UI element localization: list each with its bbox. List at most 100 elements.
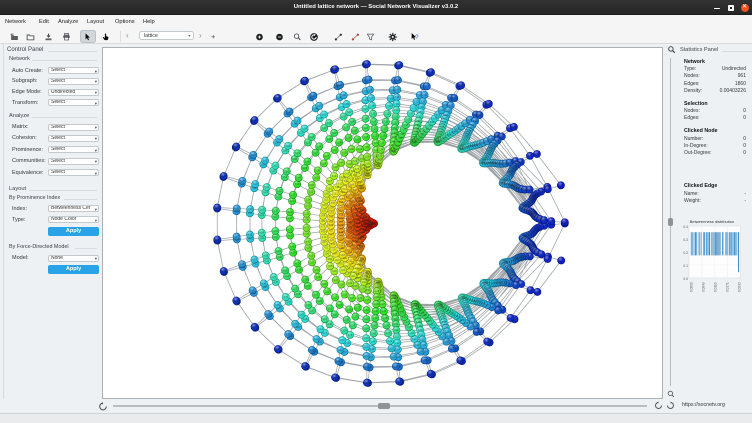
svg-text:899: 899 <box>528 154 533 158</box>
svg-text:342: 342 <box>276 347 281 351</box>
svg-text:608: 608 <box>356 203 361 207</box>
svg-text:717: 717 <box>369 96 374 100</box>
svg-text:65: 65 <box>509 281 512 285</box>
svg-text:596: 596 <box>316 168 321 172</box>
svg-text:333: 333 <box>341 268 346 272</box>
svg-text:222: 222 <box>388 339 393 343</box>
svg-text:224: 224 <box>384 323 389 327</box>
svg-text:210: 210 <box>394 322 399 326</box>
svg-text:95: 95 <box>497 308 500 312</box>
svg-text:753: 753 <box>393 126 398 130</box>
svg-text:284: 284 <box>342 329 347 333</box>
svg-text:213: 213 <box>395 341 400 345</box>
svg-text:468: 468 <box>248 233 253 237</box>
svg-text:800: 800 <box>430 120 435 124</box>
svg-text:457: 457 <box>329 229 334 233</box>
svg-text:810: 810 <box>446 109 451 113</box>
svg-text:754: 754 <box>392 131 397 135</box>
svg-text:659: 659 <box>342 151 347 155</box>
svg-text:719: 719 <box>371 112 376 116</box>
svg-text:549: 549 <box>339 206 344 210</box>
svg-text:838: 838 <box>487 102 492 106</box>
svg-text:329: 329 <box>355 250 360 254</box>
svg-text:642: 642 <box>347 177 352 181</box>
svg-text:644: 644 <box>339 161 344 165</box>
svg-text:555: 555 <box>271 168 276 172</box>
svg-text:312: 312 <box>310 348 315 352</box>
svg-text:533: 533 <box>291 193 296 197</box>
svg-text:473: 473 <box>321 224 326 228</box>
svg-text:801: 801 <box>433 116 438 120</box>
svg-text:627: 627 <box>325 154 330 158</box>
svg-text:258: 258 <box>365 288 370 292</box>
svg-text:255: 255 <box>364 317 369 321</box>
svg-text:524: 524 <box>263 190 268 194</box>
svg-text:458: 458 <box>321 229 326 233</box>
svg-text:686: 686 <box>344 102 349 106</box>
svg-text:777: 777 <box>425 84 430 88</box>
svg-text:281: 281 <box>336 359 341 363</box>
svg-text:741: 741 <box>389 96 394 100</box>
svg-text:616: 616 <box>306 140 311 144</box>
svg-text:157: 157 <box>450 347 455 351</box>
svg-text:709: 709 <box>363 107 368 111</box>
svg-text:189: 189 <box>418 350 423 354</box>
svg-text:594: 594 <box>295 151 300 155</box>
svg-text:286: 286 <box>347 307 352 311</box>
svg-text:840: 840 <box>473 119 478 123</box>
svg-text:162: 162 <box>430 323 435 327</box>
svg-text:459: 459 <box>304 232 309 236</box>
svg-text:177: 177 <box>415 316 420 320</box>
svg-text:763: 763 <box>394 144 399 148</box>
svg-text:582: 582 <box>327 186 332 190</box>
svg-text:238: 238 <box>374 295 379 299</box>
svg-text:246: 246 <box>369 355 374 359</box>
svg-text:529: 529 <box>240 179 245 183</box>
svg-text:518: 518 <box>339 213 344 217</box>
svg-text:641: 641 <box>350 182 355 186</box>
svg-text:426: 426 <box>329 238 334 242</box>
svg-text:461: 461 <box>274 235 279 239</box>
svg-text:380: 380 <box>327 257 332 261</box>
svg-text:638: 638 <box>357 196 362 200</box>
svg-text:474: 474 <box>329 224 334 228</box>
svg-text:770: 770 <box>409 111 414 115</box>
svg-text:752: 752 <box>393 121 398 125</box>
svg-text:530: 530 <box>253 182 258 186</box>
svg-text:737: 737 <box>382 127 387 131</box>
svg-text:62: 62 <box>536 290 539 294</box>
svg-text:251: 251 <box>364 354 369 358</box>
svg-text:498: 498 <box>235 206 240 210</box>
svg-text:586: 586 <box>283 148 288 152</box>
svg-text:343: 343 <box>286 332 291 336</box>
svg-text:714: 714 <box>365 62 370 66</box>
svg-text:776: 776 <box>429 70 434 74</box>
svg-text:612: 612 <box>338 182 343 186</box>
svg-text:253: 253 <box>364 336 369 340</box>
svg-text:648: 648 <box>318 116 323 120</box>
svg-text:404: 404 <box>234 298 239 302</box>
svg-text:534: 534 <box>306 198 311 202</box>
svg-text:488: 488 <box>329 220 334 224</box>
svg-text:98: 98 <box>482 301 485 305</box>
svg-text:715: 715 <box>366 78 371 82</box>
svg-text:536: 536 <box>329 205 334 209</box>
svg-text:31: 31 <box>560 258 563 262</box>
svg-text:622: 622 <box>287 109 292 113</box>
svg-text:772: 772 <box>414 100 419 104</box>
svg-text:706: 706 <box>364 135 369 139</box>
svg-text:489: 489 <box>321 219 326 223</box>
svg-text:302: 302 <box>348 281 353 285</box>
svg-text:153: 153 <box>449 339 454 343</box>
svg-text:671: 671 <box>357 176 362 180</box>
svg-text:400: 400 <box>274 280 279 284</box>
svg-text:122: 122 <box>474 323 479 327</box>
svg-text:282: 282 <box>338 348 343 352</box>
svg-text:550: 550 <box>331 201 336 205</box>
svg-text:590: 590 <box>252 118 257 122</box>
svg-text:411: 411 <box>324 246 329 250</box>
svg-text:435: 435 <box>221 269 226 273</box>
svg-text:747: 747 <box>395 88 400 92</box>
svg-text:223: 223 <box>386 331 391 335</box>
svg-text:501: 501 <box>273 209 278 213</box>
